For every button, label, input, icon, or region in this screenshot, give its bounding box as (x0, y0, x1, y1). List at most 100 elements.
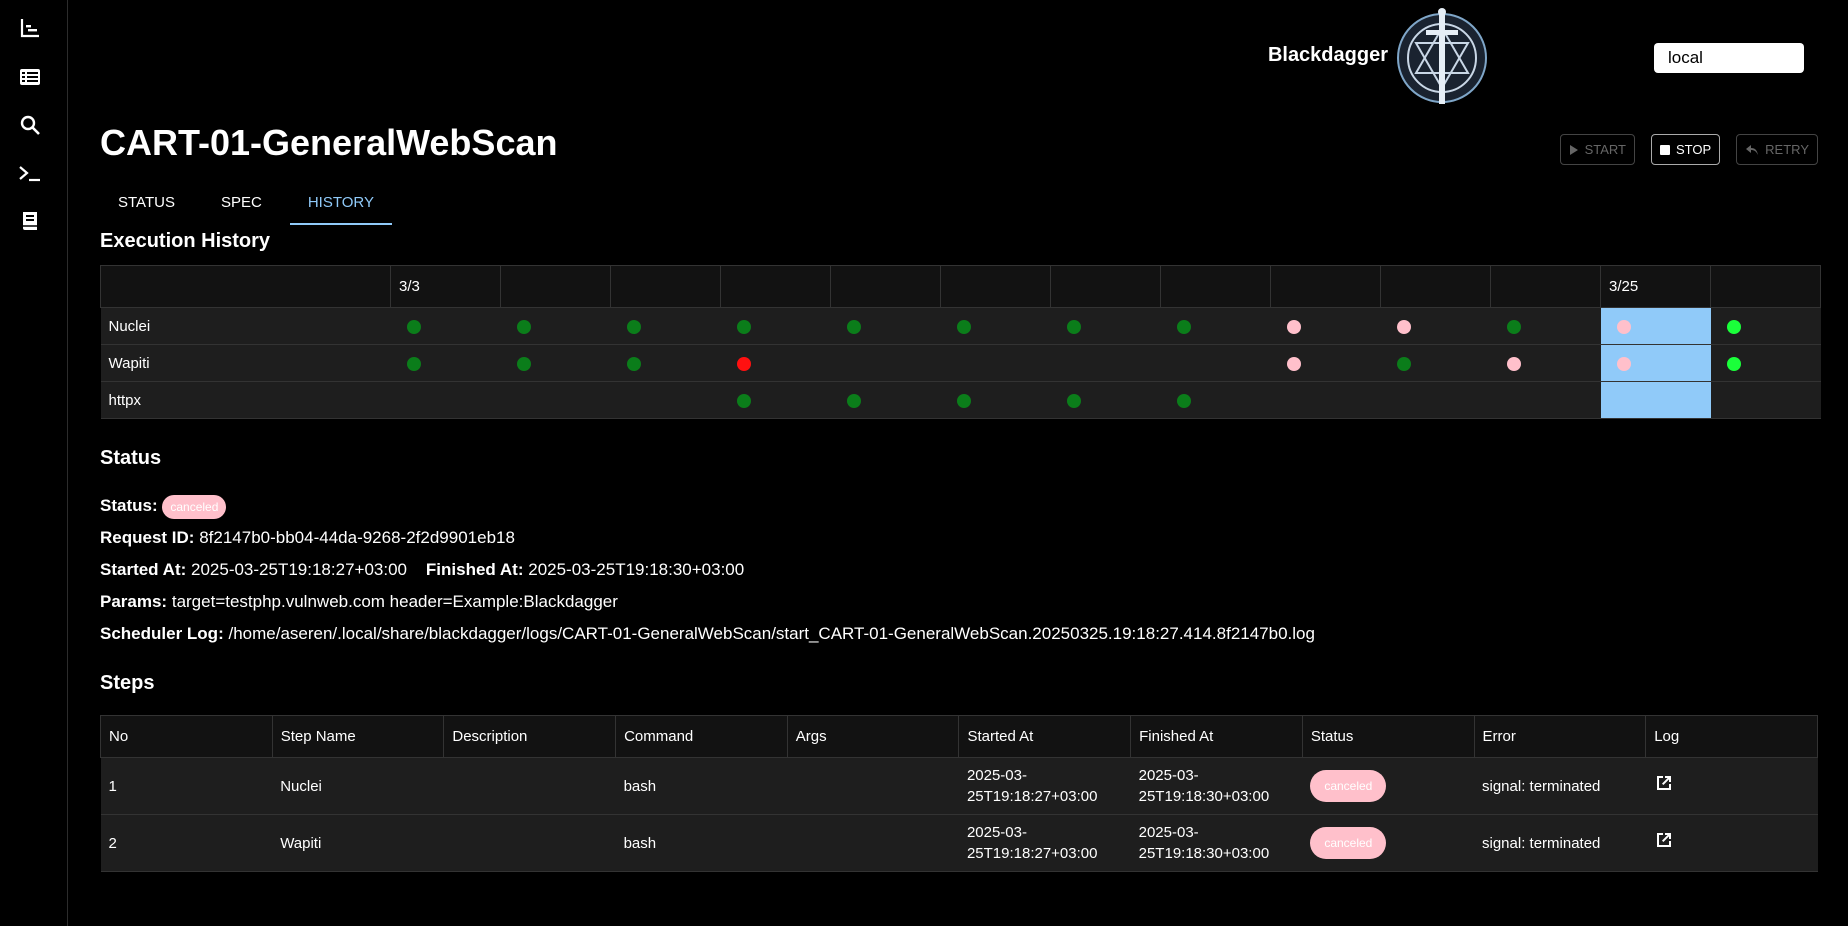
status-dot-success[interactable] (736, 319, 751, 334)
sidebar-item-list[interactable] (16, 63, 44, 91)
status-dot-canceled[interactable] (1616, 319, 1631, 334)
tab-spec[interactable]: SPEC (203, 180, 280, 225)
scheduler-log-line: Scheduler Log: /home/aseren/.local/share… (100, 618, 1315, 650)
history-cell[interactable] (1160, 307, 1271, 345)
steps-column-header: Finished At (1130, 715, 1303, 758)
history-cell[interactable] (1270, 344, 1381, 382)
history-cell[interactable] (1160, 344, 1271, 382)
history-cell[interactable] (1050, 344, 1161, 382)
history-cell[interactable] (1710, 381, 1821, 419)
status-dot-success[interactable] (956, 319, 971, 334)
search-icon (20, 115, 40, 135)
history-cell[interactable] (720, 381, 831, 419)
status-dot-success[interactable] (1176, 393, 1191, 408)
started-at-part: 2025-03- (966, 767, 1027, 784)
history-cell[interactable] (1600, 344, 1711, 382)
history-cell[interactable] (1490, 344, 1601, 382)
history-cell[interactable] (830, 307, 941, 345)
history-cell[interactable] (1270, 381, 1381, 419)
main-content: Blackdagger CART-01-GeneralWebScan START… (100, 0, 1821, 926)
step-args (787, 814, 959, 872)
history-cell[interactable] (390, 344, 501, 382)
history-cell[interactable] (1380, 381, 1491, 419)
tab-bar: STATUS SPEC HISTORY (100, 180, 402, 225)
history-cell[interactable] (830, 344, 941, 382)
status-dot-success[interactable] (846, 319, 861, 334)
status-dot-running[interactable] (1726, 356, 1741, 371)
tab-history[interactable]: HISTORY (289, 180, 393, 225)
history-cell[interactable] (1710, 344, 1821, 382)
status-dot-success[interactable] (736, 393, 751, 408)
scheduler-log-path[interactable]: /home/aseren/.local/share/blackdagger/lo… (228, 624, 1314, 643)
history-row: Nuclei (100, 307, 1821, 345)
history-cell[interactable] (1490, 381, 1601, 419)
status-dot-success[interactable] (626, 319, 641, 334)
status-dot-canceled[interactable] (1396, 319, 1411, 334)
history-cell[interactable] (720, 307, 831, 345)
scheduler-log-label: Scheduler Log: (100, 624, 224, 643)
step-status-badge: canceled (1310, 827, 1387, 859)
history-cell[interactable] (940, 381, 1051, 419)
history-cell[interactable] (610, 381, 721, 419)
status-dot-canceled[interactable] (1616, 356, 1631, 371)
status-dot-success[interactable] (406, 319, 421, 334)
stop-button[interactable]: STOP (1651, 134, 1721, 165)
sidebar-item-search[interactable] (16, 111, 44, 139)
environment-input[interactable] (1654, 43, 1804, 73)
book-icon (23, 212, 37, 230)
history-cell[interactable] (500, 307, 611, 345)
open-in-new-icon[interactable] (1654, 773, 1674, 793)
status-dot-success[interactable] (846, 393, 861, 408)
status-dot-success[interactable] (406, 356, 421, 371)
status-dot-success[interactable] (1396, 356, 1411, 371)
status-dot-success[interactable] (1066, 319, 1081, 334)
history-cell[interactable] (610, 344, 721, 382)
status-dot-success[interactable] (626, 356, 641, 371)
history-column-header (1490, 265, 1601, 308)
app-header: Blackdagger (1268, 0, 1818, 112)
open-in-new-icon[interactable] (1654, 830, 1674, 850)
history-cell[interactable] (1270, 307, 1381, 345)
params-value: target=testphp.vulnweb.com header=Exampl… (171, 592, 618, 611)
status-dot-canceled[interactable] (1506, 356, 1521, 371)
steps-column-header: Args (786, 715, 960, 758)
history-cell[interactable] (500, 381, 611, 419)
status-dot-canceled[interactable] (1286, 319, 1301, 334)
history-cell[interactable] (1050, 381, 1161, 419)
history-cell[interactable] (610, 307, 721, 345)
sidebar-item-docs[interactable] (16, 207, 44, 235)
history-cell[interactable] (1600, 307, 1711, 345)
steps-column-header: Status (1301, 715, 1475, 758)
status-dot-success[interactable] (1176, 319, 1191, 334)
history-cell[interactable] (1380, 307, 1491, 345)
history-cell[interactable] (940, 344, 1051, 382)
history-cell[interactable] (1380, 344, 1491, 382)
status-dot-failed[interactable] (736, 356, 751, 371)
retry-button[interactable]: RETRY (1736, 134, 1818, 165)
step-name: Nuclei (272, 757, 444, 815)
history-cell[interactable] (390, 381, 501, 419)
status-dot-success[interactable] (1506, 319, 1521, 334)
sidebar-item-terminal[interactable] (16, 159, 44, 187)
history-cell[interactable] (1160, 381, 1271, 419)
history-cell[interactable] (1710, 307, 1821, 345)
history-cell[interactable] (1600, 381, 1711, 419)
history-column-header: 3/3 (390, 265, 501, 308)
status-dot-success[interactable] (1066, 393, 1081, 408)
start-button[interactable]: START (1559, 134, 1635, 165)
status-dot-success[interactable] (956, 393, 971, 408)
history-cell[interactable] (720, 344, 831, 382)
history-cell[interactable] (500, 344, 611, 382)
status-dot-success[interactable] (516, 356, 531, 371)
start-label: START (1584, 142, 1626, 157)
tab-status[interactable]: STATUS (100, 180, 193, 225)
history-cell[interactable] (1050, 307, 1161, 345)
history-cell[interactable] (830, 381, 941, 419)
status-dot-running[interactable] (1726, 319, 1741, 334)
history-cell[interactable] (1490, 307, 1601, 345)
status-dot-success[interactable] (516, 319, 531, 334)
status-dot-canceled[interactable] (1286, 356, 1301, 371)
history-cell[interactable] (940, 307, 1051, 345)
history-cell[interactable] (390, 307, 501, 345)
sidebar-item-timeline[interactable] (16, 14, 44, 42)
